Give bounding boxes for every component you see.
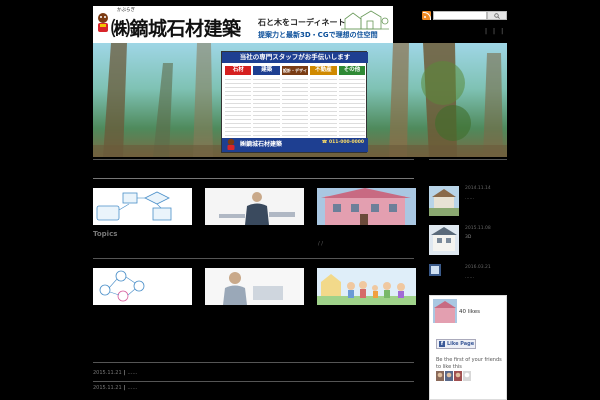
post-title[interactable]: …… xyxy=(127,370,137,376)
recent-post-date: 2016.03.21 xyxy=(465,265,491,270)
recent-post-title[interactable]: …… xyxy=(465,275,474,280)
operator-illustration-icon xyxy=(205,268,304,305)
company-name: ㈱鏑城石材建築 xyxy=(111,18,241,40)
service-column-head: 石材 xyxy=(225,66,252,75)
divider xyxy=(93,159,414,160)
board-company-name: ㈱鏑城石材建築 xyxy=(240,141,283,148)
services-board: 当社の専門スタッフがお手伝いします 石材 建築 設計・デザイン 不動産 その他 xyxy=(221,51,368,153)
center-label: / / xyxy=(318,241,323,247)
recent-post-title[interactable]: …… xyxy=(465,196,474,201)
nav-item[interactable]: | xyxy=(485,28,487,35)
service-column: 不動産 xyxy=(310,66,337,136)
service-column-head: 設計・デザイン xyxy=(281,66,309,82)
friend-avatar-icon xyxy=(445,371,453,381)
document-icon xyxy=(431,266,439,274)
recent-post-thumbnail[interactable] xyxy=(429,225,459,255)
house-photo-icon xyxy=(429,186,459,216)
recent-post-title[interactable]: 3D xyxy=(465,235,471,240)
house-illustration-icon xyxy=(341,10,389,30)
recent-post-thumbnail[interactable] xyxy=(429,264,441,276)
facebook-icon: f xyxy=(439,341,445,347)
post-separator: | xyxy=(123,370,126,376)
facebook-like-count: 40 likes xyxy=(459,309,481,315)
building-photo-icon xyxy=(317,188,416,225)
divider xyxy=(93,381,414,382)
service-column-head: その他 xyxy=(338,66,366,75)
building-photo-icon xyxy=(433,299,457,323)
nav-item[interactable]: | xyxy=(501,28,503,35)
feature-card-building[interactable] xyxy=(317,188,416,225)
section-title-topics: Topics xyxy=(93,230,118,238)
service-column: 建築 xyxy=(253,66,280,136)
post-date: 2015.11.21 xyxy=(93,385,122,391)
service-column: その他 xyxy=(338,66,366,136)
divider xyxy=(93,258,414,259)
search-button[interactable] xyxy=(487,11,507,20)
search-icon xyxy=(494,12,500,19)
team-network-illustration-icon xyxy=(99,270,145,302)
network-illustration-icon xyxy=(96,191,172,221)
feature-card-operator[interactable] xyxy=(205,268,304,305)
company-name-ruby: かぶらぎ xyxy=(117,8,135,13)
friend-avatar-icon xyxy=(463,371,471,381)
house-photo-icon xyxy=(429,225,459,255)
post-title[interactable]: …… xyxy=(127,385,137,391)
divider xyxy=(93,178,414,179)
mascot-icon xyxy=(227,138,235,150)
logo-subtagline: 提案力と最新3D・CGで理想の住空間 xyxy=(258,31,378,39)
board-title: 当社の専門スタッフがお手伝いします xyxy=(222,52,368,63)
facebook-like-button[interactable]: f Like Page xyxy=(436,339,476,349)
mascot-icon xyxy=(98,13,108,32)
service-column-head: 不動産 xyxy=(310,66,337,75)
friend-avatar-icon xyxy=(436,371,444,381)
search-input[interactable] xyxy=(433,11,487,20)
board-footer: ㈱鏑城石材建築 ☎ 011-000-0000 xyxy=(222,138,368,152)
divider xyxy=(93,362,414,363)
recent-post-thumbnail[interactable] xyxy=(429,186,459,216)
facebook-page-widget: 40 likes f Like Page Be the first of you… xyxy=(429,295,507,400)
recent-post-date: 2015.11.08 xyxy=(465,226,491,231)
divider xyxy=(429,159,507,160)
board-phone: ☎ 011-000-0000 xyxy=(321,140,364,145)
facebook-like-label: Like Page xyxy=(447,341,475,347)
service-column-head: 建築 xyxy=(253,66,280,75)
logo-tagline: 石と木をコーディネート xyxy=(258,18,346,27)
family-illustration-icon xyxy=(317,268,416,305)
post-date: 2015.11.21 xyxy=(93,370,122,376)
nav-item[interactable]: | xyxy=(493,28,495,35)
post-item[interactable]: 2015.11.21 |…… xyxy=(93,370,137,376)
service-column: 石材 xyxy=(225,66,252,136)
feature-card-business[interactable] xyxy=(205,188,304,225)
feature-card-team[interactable] xyxy=(93,268,192,305)
feature-card-network[interactable] xyxy=(93,188,192,225)
facebook-page-thumbnail[interactable] xyxy=(433,299,457,323)
businessman-illustration-icon xyxy=(205,188,304,225)
hero-banner[interactable]: 当社の専門スタッフがお手伝いします 石材 建築 設計・デザイン 不動産 その他 xyxy=(93,43,507,157)
rss-icon[interactable] xyxy=(422,11,431,20)
feature-card-community[interactable] xyxy=(317,268,416,305)
friend-avatar-icon xyxy=(454,371,462,381)
post-item[interactable]: 2015.11.21 |…… xyxy=(93,385,137,391)
post-separator: | xyxy=(123,385,126,391)
recent-post-date: 2014.11.14 xyxy=(465,186,491,191)
service-column: 設計・デザイン xyxy=(281,66,309,136)
facebook-friends-text: Be the first of your friends to like thi… xyxy=(436,357,502,370)
global-nav: | | | xyxy=(485,28,503,35)
site-logo[interactable]: かぶらぎ ㈱鏑城石材建築 石と木をコーディネート 提案力と最新3D・CGで理想の… xyxy=(93,6,393,43)
